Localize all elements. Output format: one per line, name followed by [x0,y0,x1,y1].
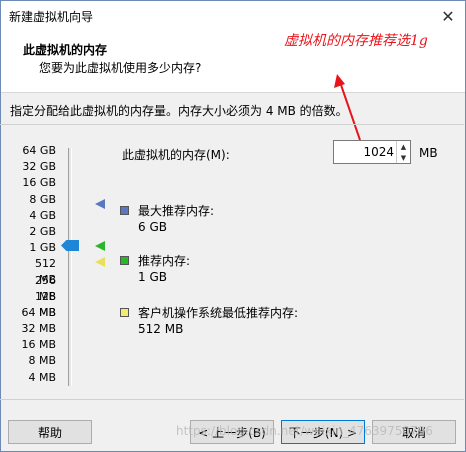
scale-tick: 16 MB [21,338,56,352]
scale-tick: 256 MB [35,273,56,303]
scale-tick: 64 MB [21,305,56,319]
recommended-square-icon [120,256,129,265]
annotation-text: 虚拟机的内存推荐选1g [284,33,428,49]
max-recommended-label: 最大推荐内存: [138,204,215,218]
page-subtitle: 您要为此虚拟机使用多少内存? [39,61,202,75]
max-recommended-value: 6 GB [138,220,167,234]
scale-tick: 32 MB [21,322,56,336]
scale-tick: 8 GB [29,192,56,206]
scale-tick: 512 MB [35,257,56,287]
stepper-down-icon[interactable]: ▼ [396,152,410,163]
title-bar: 新建虚拟机向导 ✕ [1,1,465,31]
memory-unit: MB [419,146,438,160]
memory-input[interactable] [336,143,394,161]
stepper-up-icon[interactable]: ▲ [396,141,410,152]
scale-tick: 2 GB [29,224,56,238]
watermark: https://blog.csdn.net/weixin_47639750796 [176,424,433,438]
instruction-text: 指定分配给此虚拟机的内存量。内存大小必须为 4 MB 的倍数。 [10,104,348,118]
memory-slider-track[interactable] [68,148,72,386]
recommended-label: 推荐内存: [138,254,191,268]
memory-label: 此虚拟机的内存(M): [122,148,230,162]
scale-tick: 32 GB [22,160,56,174]
min-recommended-value: 512 MB [138,322,184,336]
window-title: 新建虚拟机向导 [9,10,94,24]
max-recommended-square-icon [120,206,129,215]
memory-stepper[interactable]: ▲ ▼ [333,140,411,164]
min-recommended-label: 客户机操作系统最低推荐内存: [138,306,299,320]
page-title: 此虚拟机的内存 [23,43,108,57]
scale-tick: 4 GB [29,208,56,222]
min-recommended-square-icon [120,308,129,317]
help-button[interactable]: 帮助 [8,420,92,444]
scale-tick: 128 MB [35,289,56,319]
memory-scale: 64 GB 32 GB 16 GB 8 GB 4 GB 2 GB 1 GB 51… [20,143,56,386]
scale-tick: 8 MB [28,354,56,368]
scale-tick: 16 GB [22,176,56,190]
scale-tick: 64 GB [22,144,56,157]
scale-tick: 1 GB [29,241,56,255]
recommended-value: 1 GB [138,270,167,284]
scale-tick: 4 MB [28,370,56,384]
close-icon[interactable]: ✕ [437,5,459,27]
